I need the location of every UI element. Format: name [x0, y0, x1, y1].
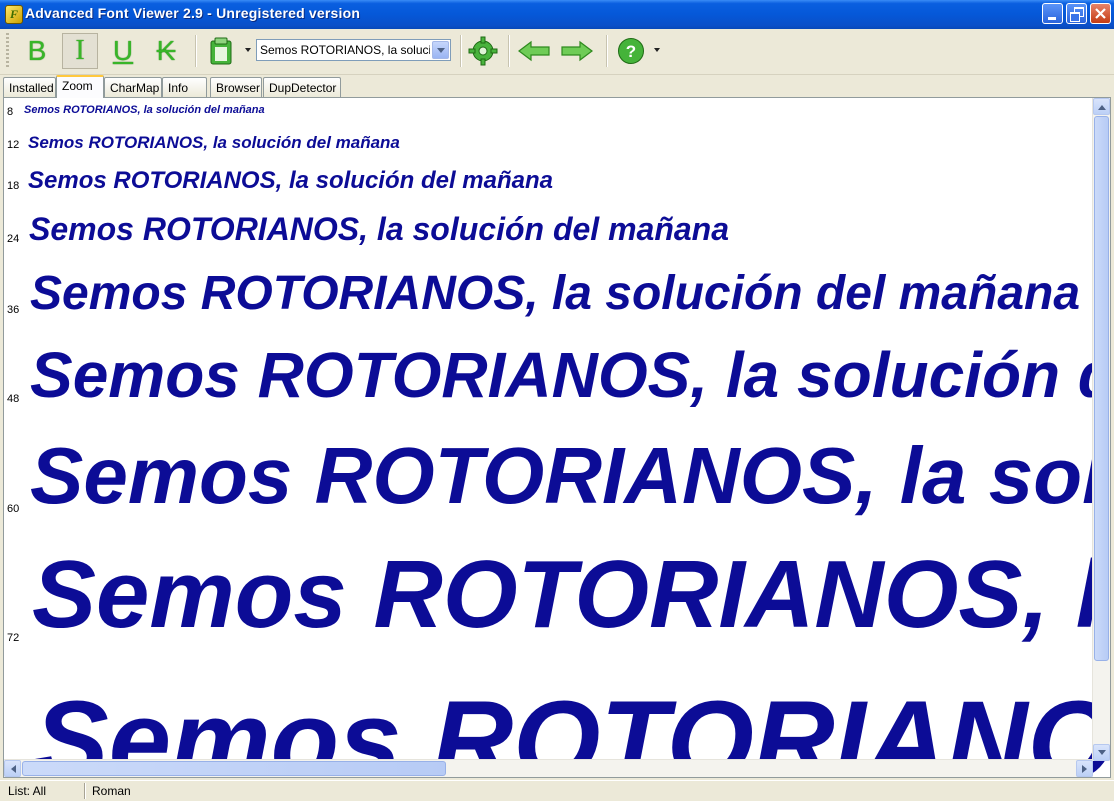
help-dropdown-arrow[interactable]: [654, 48, 660, 52]
sample-text-combo[interactable]: Semos ROTORIANOS, la solució: [256, 39, 451, 61]
tab-installed[interactable]: Installed: [3, 77, 56, 97]
size-label: 18: [7, 180, 20, 192]
scroll-left-button[interactable]: [4, 760, 21, 777]
size-label: 12: [7, 139, 20, 151]
paste-dropdown-arrow[interactable]: [245, 48, 251, 52]
status-style: Roman: [92, 784, 131, 798]
scroll-up-button[interactable]: [1093, 98, 1110, 115]
sample-text: Semos ROTORIANOS, la solución del mañana: [28, 133, 400, 152]
status-divider: [84, 783, 85, 799]
toolbar-separator: [606, 35, 607, 67]
sample-text: Semos ROTORIANOS, la solución del mañana: [30, 267, 1081, 320]
settings-button[interactable]: [465, 33, 501, 69]
bold-button[interactable]: B: [19, 33, 55, 69]
horizontal-scrollbar[interactable]: [4, 759, 1093, 777]
size-label: 48: [7, 393, 20, 405]
forward-button[interactable]: [559, 33, 595, 69]
toolbar-separator: [508, 35, 509, 67]
sample-text: Semos ROTORIANOS, la solución del mañana: [24, 104, 265, 116]
title-bar: F Advanced Font Viewer 2.9 - Unregistere…: [0, 0, 1114, 29]
size-label: 8: [7, 106, 14, 118]
arrow-left-icon: [518, 40, 550, 62]
minimize-icon: [1048, 17, 1056, 20]
app-icon[interactable]: F: [5, 5, 23, 24]
scroll-down-button[interactable]: [1093, 744, 1110, 761]
window-title: Advanced Font Viewer 2.9 - Unregistered …: [25, 5, 361, 21]
close-button[interactable]: [1090, 3, 1111, 24]
clipboard-icon: [210, 37, 232, 65]
sample-text: Semos ROTORIANOS, la solución del mañana: [30, 431, 1110, 520]
sample-text-value: Semos ROTORIANOS, la solució: [260, 43, 430, 57]
status-bar: List: All Roman: [0, 780, 1114, 801]
arrow-right-icon: [561, 40, 593, 62]
vertical-scroll-thumb[interactable]: [1094, 116, 1109, 661]
horizontal-scroll-thumb[interactable]: [22, 761, 446, 776]
back-button[interactable]: [516, 33, 552, 69]
strikeout-button[interactable]: K: [148, 33, 184, 69]
help-button[interactable]: ?: [613, 33, 649, 69]
size-label: 72: [7, 632, 20, 644]
tab-browser[interactable]: Browser: [210, 77, 262, 97]
toolbar-grip[interactable]: [6, 33, 9, 69]
help-icon: ?: [618, 38, 644, 64]
paste-button[interactable]: [203, 33, 239, 69]
underline-label: U: [112, 35, 134, 66]
gear-icon: [468, 36, 498, 66]
toolbar-separator: [195, 35, 196, 67]
tab-info[interactable]: Info: [162, 77, 207, 97]
sample-text: Semos ROTORIANOS, la solución del mañana: [28, 167, 554, 194]
chevron-down-icon[interactable]: [432, 41, 449, 59]
tab-zoom[interactable]: Zoom: [56, 75, 104, 98]
size-label: 24: [7, 233, 20, 245]
size-label: 36: [7, 304, 20, 316]
minimize-button[interactable]: [1042, 3, 1063, 24]
toolbar-separator: [460, 35, 461, 67]
tab-dupdetector[interactable]: DupDetector: [263, 77, 341, 97]
restore-button[interactable]: [1066, 3, 1087, 24]
scroll-right-button[interactable]: [1076, 760, 1093, 777]
tab-strip: Installed Zoom CharMap Info Browser DupD…: [0, 75, 1114, 98]
italic-label: I: [75, 35, 85, 66]
toolbar: B I U K Semos ROTORIANOS, la solució ?: [0, 29, 1114, 75]
size-label: 60: [7, 503, 20, 515]
italic-button[interactable]: I: [62, 33, 98, 69]
sample-text: Semos ROTORIANOS, la solución del mañana: [29, 211, 730, 247]
sample-text: Semos ROTORIANOS, la solución del mañana: [30, 339, 1110, 411]
tab-charmap[interactable]: CharMap: [104, 77, 162, 97]
strikeout-label: K: [156, 35, 176, 66]
status-list: List: All: [8, 784, 47, 798]
vertical-scrollbar[interactable]: [1092, 98, 1110, 761]
close-icon: [1095, 8, 1106, 19]
zoom-preview-panel: 8 Semos ROTORIANOS, la solución del maña…: [3, 97, 1111, 778]
sample-text: Semos ROTORIANOS, la solución del mañana: [32, 541, 1110, 648]
svg-text:?: ?: [626, 42, 636, 61]
underline-button[interactable]: U: [105, 33, 141, 69]
bold-label: B: [27, 35, 47, 66]
